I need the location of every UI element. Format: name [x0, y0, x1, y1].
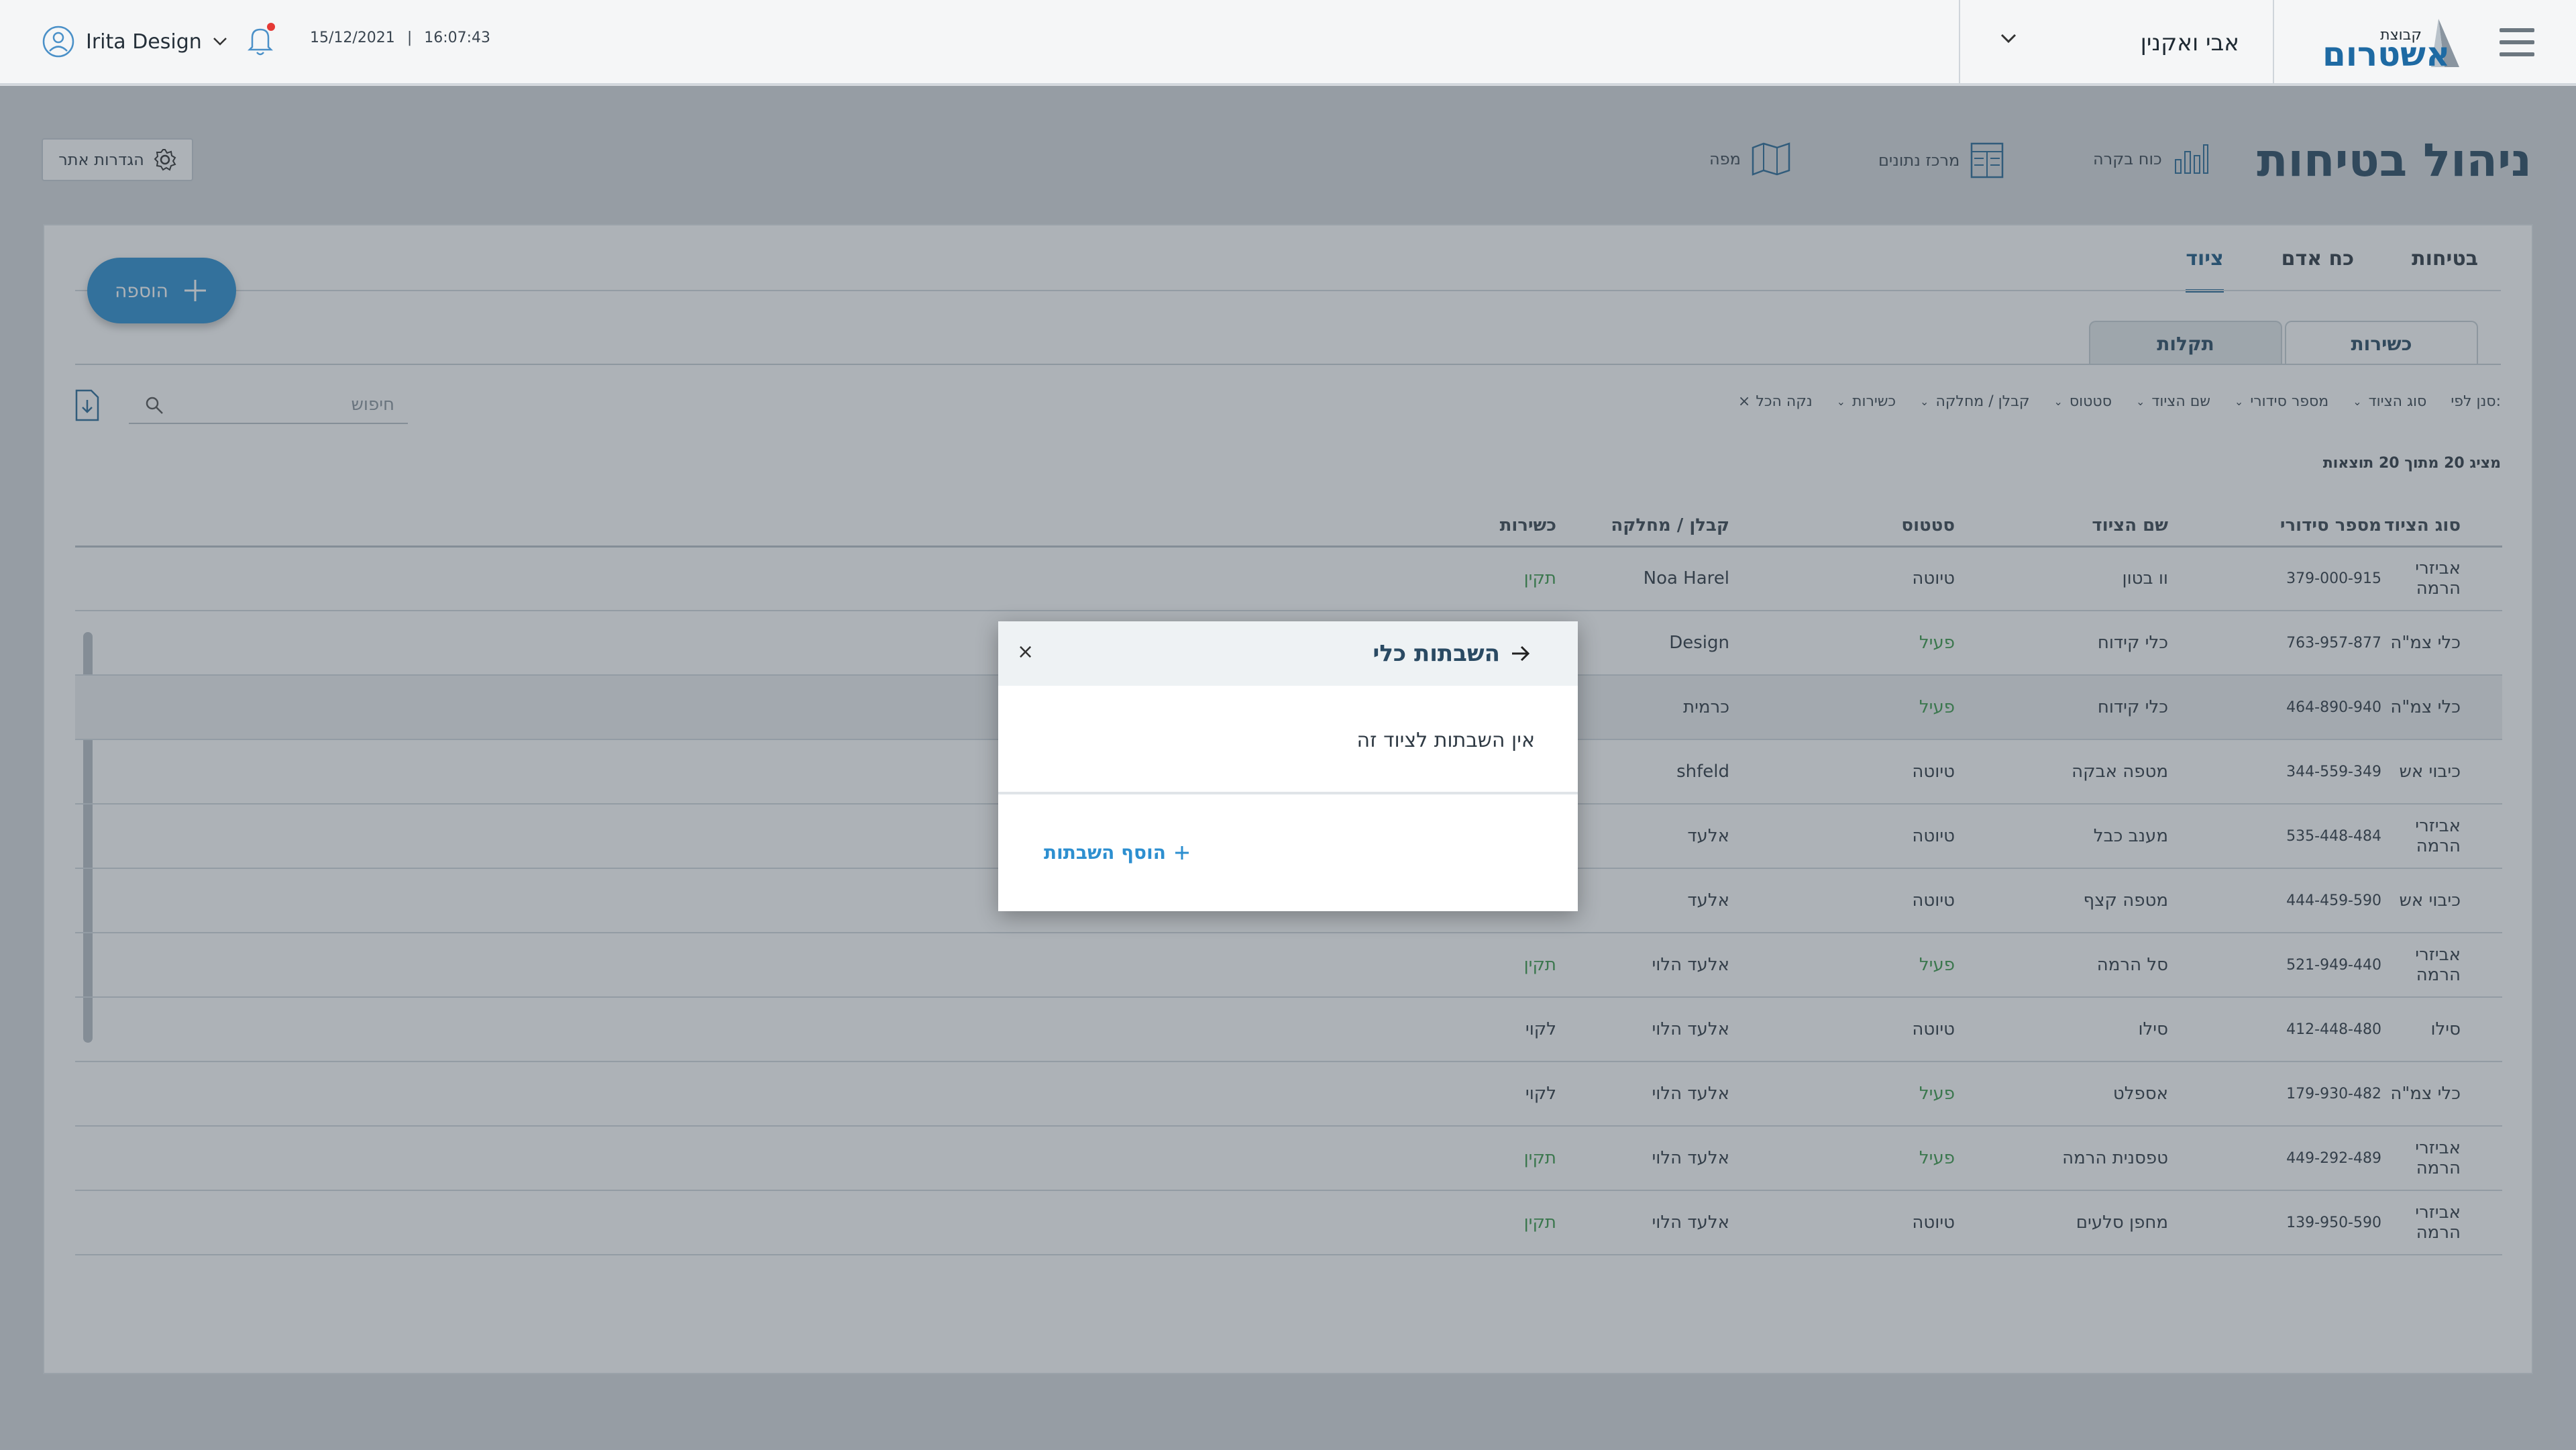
chevron-down-icon [213, 38, 227, 46]
modal-divider [998, 792, 1578, 794]
arrow-right-icon[interactable] [1511, 645, 1531, 662]
modal-title: השבתות כלי [1373, 640, 1531, 667]
date-time: 15/12/2021 | 16:07:43 [310, 30, 490, 46]
company-logo: קבוצת אשטרום [2314, 15, 2462, 74]
add-downtime-link[interactable]: הוסף השבתות [1044, 841, 1190, 864]
notifications-bell-icon[interactable] [243, 21, 278, 59]
plus-icon [1175, 845, 1189, 860]
top-bar: Irita Design 15/12/2021 | 16:07:43 אבי ו… [0, 0, 2576, 85]
chevron-down-icon [2000, 34, 2017, 44]
equipment-downtime-modal: השבתות כלי × אין השבתות לציוד זה הוסף הש… [998, 621, 1578, 911]
project-name: אבי ואקנין [2140, 30, 2239, 56]
add-downtime-label: הוסף השבתות [1044, 841, 1166, 864]
modal-header: השבתות כלי × [998, 621, 1578, 686]
modal-title-text: השבתות כלי [1373, 640, 1500, 667]
date-text: 15/12/2021 [310, 30, 395, 46]
user-menu[interactable]: Irita Design [42, 24, 227, 59]
date-time-separator: | [407, 30, 413, 46]
user-name: Irita Design [86, 30, 202, 54]
hamburger-menu-icon[interactable] [2500, 27, 2534, 58]
logo-text: אשטרום [2322, 35, 2451, 74]
modal-empty-message: אין השבתות לציוד זה [1356, 729, 1535, 752]
user-avatar-icon [42, 25, 74, 58]
close-icon[interactable]: × [1017, 640, 1034, 664]
project-selector[interactable]: אבי ואקנין [1959, 0, 2274, 85]
time-text: 16:07:43 [424, 30, 491, 46]
